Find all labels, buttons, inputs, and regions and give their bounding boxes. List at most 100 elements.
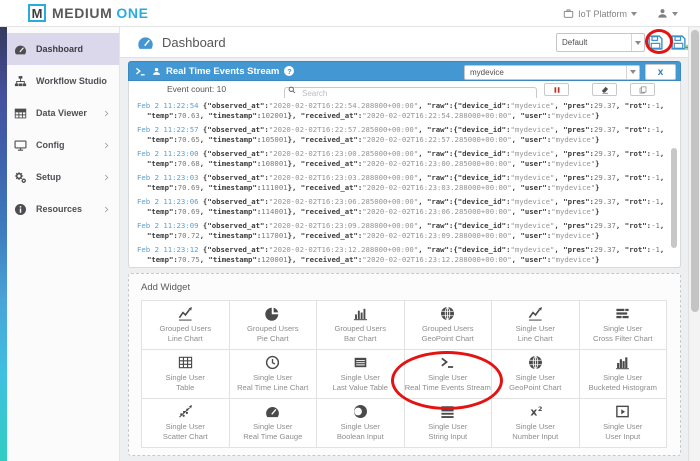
list-table-icon <box>353 355 368 370</box>
widget-label-line1: Single User <box>428 422 467 432</box>
widget-option-grouped-users-geopoint-chart[interactable]: Grouped UsersGeoPoint Chart <box>405 301 493 350</box>
widget-option-single-user-geopoint-chart[interactable]: Single UserGeoPoint Chart <box>492 350 580 399</box>
widget-label-line2: Line Chart <box>518 334 553 344</box>
save-dashboard-as-new-button[interactable]: + <box>670 34 687 51</box>
page-scrollbar[interactable] <box>688 27 700 461</box>
pause-stream-button[interactable] <box>544 83 569 96</box>
event-log-row: Feb 2 11:22:57 {"observed_at":"2020-02-0… <box>133 125 666 145</box>
save-dashboard-button[interactable] <box>647 34 664 51</box>
dashboard-select-value: Default <box>557 38 631 47</box>
globe-icon <box>440 306 455 321</box>
widget-option-single-user-last-value-table[interactable]: Single UserLast Value Table <box>317 350 405 399</box>
histogram-icon <box>615 355 630 370</box>
sidebar-item-data-viewer[interactable]: Data Viewer <box>0 97 119 129</box>
page-scrollbar-thumb[interactable] <box>691 30 699 312</box>
log-scrollbar-thumb[interactable] <box>671 148 677 248</box>
widget-option-single-user-user-input[interactable]: Single UserUser Input <box>580 399 668 448</box>
medium-one-app: M MEDIUM ONE IoT Platform DashboardWorkf… <box>0 0 700 461</box>
sidebar-item-label: Resources <box>36 204 82 214</box>
widget-option-single-user-string-input[interactable]: Single UserString Input <box>405 399 493 448</box>
device-select[interactable]: mydevice <box>464 65 640 80</box>
widget-label-line2: GeoPoint Chart <box>509 383 561 393</box>
brand-name-accent: ONE <box>116 5 148 21</box>
widget-option-single-user-real-time-events-stream[interactable]: Single UserReal Time Events Stream <box>405 350 493 399</box>
user-menu[interactable] <box>657 8 678 19</box>
lines-icon <box>440 404 455 419</box>
dashboard-header: Dashboard Default + <box>120 27 688 58</box>
platform-label: IoT Platform <box>578 9 627 19</box>
widget-option-single-user-cross-filter-chart[interactable]: Single UserCross Filter Chart <box>580 301 668 350</box>
dashboard-select[interactable]: Default <box>556 33 645 52</box>
sidebar-item-label: Setup <box>36 172 61 182</box>
widget-label-line1: Single User <box>341 422 380 432</box>
gears-icon <box>14 171 27 184</box>
widget-option-grouped-users-bar-chart[interactable]: Grouped UsersBar Chart <box>317 301 405 350</box>
search-field <box>284 83 537 96</box>
stream-toolbar: Event count: 10 <box>128 81 681 98</box>
real-time-events-stream-widget: Real Time Events Stream ? mydevice x Eve… <box>128 61 681 268</box>
event-log-row: Feb 2 11:23:03 {"observed_at":"2020-02-0… <box>133 173 666 193</box>
widget-label-line2: Number Input <box>512 432 558 442</box>
widget-option-single-user-table[interactable]: Single UserTable <box>142 350 230 399</box>
clock-icon <box>265 355 280 370</box>
widget-label-line2: Bucketed Histogram <box>589 383 657 393</box>
close-widget-button[interactable]: x <box>645 64 676 80</box>
widget-label-line1: Single User <box>341 373 380 383</box>
widget-label-line1: Single User <box>603 422 642 432</box>
clear-stream-button[interactable] <box>592 83 617 96</box>
platform-menu[interactable]: IoT Platform <box>563 8 637 19</box>
monitor-icon <box>14 139 27 152</box>
globe-icon <box>528 355 543 370</box>
sidebar: DashboardWorkflow Studio Data Viewer Confi… <box>0 27 120 461</box>
widget-label-line1: Single User <box>516 373 555 383</box>
pause-icon <box>553 86 561 94</box>
widget-option-single-user-line-chart[interactable]: Single UserLine Chart <box>492 301 580 350</box>
table-icon <box>14 107 27 120</box>
bar-chart-icon <box>353 306 368 321</box>
widget-option-single-user-boolean-input[interactable]: Single UserBoolean Input <box>317 399 405 448</box>
sitemap-icon <box>14 75 27 88</box>
sidebar-item-dashboard[interactable]: Dashboard <box>0 33 119 65</box>
event-log-row: Feb 2 11:23:09 {"observed_at":"2020-02-0… <box>133 221 666 241</box>
widget-label-line1: Single User <box>516 324 555 334</box>
sidebar-item-workflow-studio[interactable]: Workflow Studio <box>0 65 119 97</box>
line-chart-icon <box>178 306 193 321</box>
widget-option-single-user-real-time-gauge[interactable]: Single UserReal Time Gauge <box>230 399 318 448</box>
widget-label-line1: Grouped Users <box>160 324 212 334</box>
widget-label-line2: Real Time Line Chart <box>237 383 308 393</box>
widget-label-line2: String Input <box>428 432 467 442</box>
copy-icon <box>639 86 647 94</box>
sidebar-item-config[interactable]: Config <box>0 129 119 161</box>
top-right-menus: IoT Platform <box>563 0 678 27</box>
medium-one-logo[interactable]: M MEDIUM ONE <box>28 4 149 22</box>
sidebar-item-resources[interactable]: Resources <box>0 193 119 225</box>
page-title: Dashboard <box>162 35 226 50</box>
stream-panel-header[interactable]: Real Time Events Stream ? mydevice x <box>128 61 681 81</box>
widget-label-line1: Grouped Users <box>335 324 387 334</box>
copy-stream-button[interactable] <box>630 83 655 96</box>
widget-label-line2: Bar Chart <box>344 334 377 344</box>
widget-option-grouped-users-pie-chart[interactable]: Grouped UsersPie Chart <box>230 301 318 350</box>
sidebar-item-setup[interactable]: Setup <box>0 161 119 193</box>
user-input-icon <box>615 404 630 419</box>
gauge-icon <box>137 34 154 51</box>
widget-option-single-user-real-time-line-chart[interactable]: Single UserReal Time Line Chart <box>230 350 318 399</box>
widget-option-single-user-number-input[interactable]: x2Single UserNumber Input <box>492 399 580 448</box>
cross-filter-icon <box>615 306 630 321</box>
person-icon <box>152 67 161 76</box>
widget-option-single-user-scatter-chart[interactable]: Single UserScatter Chart <box>142 399 230 448</box>
person-icon <box>657 8 668 19</box>
widget-option-single-user-bucketed-histogram[interactable]: Single UserBucketed Histogram <box>580 350 668 399</box>
caret-down-icon <box>672 12 678 16</box>
eraser-icon <box>601 86 609 94</box>
svg-text:x: x <box>530 406 537 419</box>
widget-label-line2: Real Time Gauge <box>243 432 302 442</box>
grid-table-icon <box>178 355 193 370</box>
widget-label-line1: Single User <box>603 373 642 383</box>
toggle-icon <box>353 404 368 419</box>
widget-label-line1: Single User <box>253 373 292 383</box>
widget-option-grouped-users-line-chart[interactable]: Grouped UsersLine Chart <box>142 301 230 350</box>
add-widget-panel: Add Widget Grouped UsersLine ChartGroupe… <box>128 273 681 456</box>
help-icon[interactable]: ? <box>284 66 294 76</box>
sidebar-item-label: Data Viewer <box>36 108 87 118</box>
